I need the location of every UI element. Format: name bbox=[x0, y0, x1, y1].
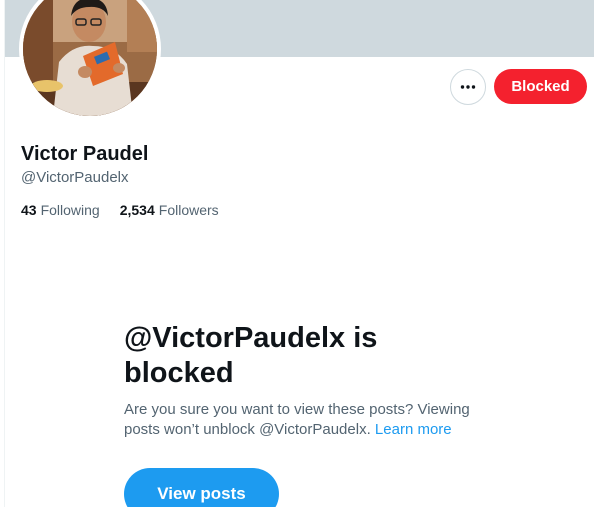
followers-link[interactable]: 2,534 Followers bbox=[120, 201, 219, 219]
followers-label: Followers bbox=[158, 202, 219, 218]
learn-more-link[interactable]: Learn more bbox=[375, 421, 452, 438]
follow-stats: 43 Following 2,534 Followers bbox=[21, 201, 219, 219]
following-count: 43 bbox=[21, 202, 37, 218]
column-divider bbox=[4, 0, 5, 507]
avatar[interactable] bbox=[19, 0, 161, 120]
blocked-notice-description: Are you sure you want to view these post… bbox=[124, 400, 494, 440]
profile-display-name: Victor Paudel bbox=[21, 143, 149, 165]
followers-count: 2,534 bbox=[119, 202, 155, 218]
more-options-button[interactable] bbox=[450, 69, 486, 105]
blocked-notice-title: @VictorPaudelx is blocked bbox=[124, 322, 378, 389]
blocked-button[interactable]: Blocked bbox=[494, 69, 587, 104]
profile-page: Blocked Victor Paudel @VictorPaudelx 43 … bbox=[0, 0, 594, 507]
profile-handle: @VictorPaudelx bbox=[21, 169, 129, 186]
following-link[interactable]: 43 Following bbox=[21, 201, 100, 219]
more-horizontal-icon bbox=[460, 85, 476, 89]
view-posts-button[interactable]: View posts bbox=[124, 468, 279, 507]
following-label: Following bbox=[40, 202, 100, 218]
avatar-photo bbox=[23, 0, 157, 116]
